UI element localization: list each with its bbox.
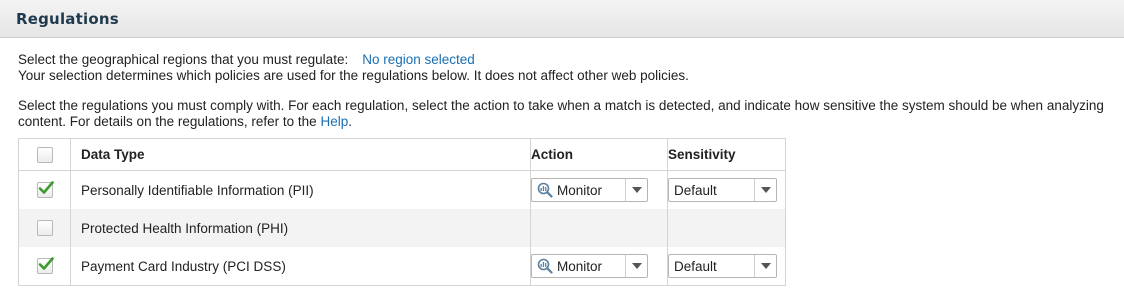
region-line: Select the geographical regions that you… bbox=[18, 52, 475, 68]
data-type-label: Payment Card Industry (PCI DSS) bbox=[81, 258, 286, 274]
row-checkbox-pii[interactable] bbox=[37, 181, 54, 198]
chevron-down-icon[interactable] bbox=[754, 179, 776, 201]
row-action-cell: Monitor bbox=[531, 247, 659, 285]
select-all-checkbox[interactable] bbox=[37, 146, 53, 163]
column-header-action[interactable]: Action bbox=[531, 147, 573, 162]
row-check-cell bbox=[19, 209, 71, 247]
monitor-icon bbox=[537, 182, 553, 198]
column-header-data-type[interactable]: Data Type bbox=[81, 147, 145, 162]
row-sensitivity-cell: Default bbox=[668, 171, 785, 209]
column-divider bbox=[530, 139, 531, 285]
data-type-label: Protected Health Information (PHI) bbox=[81, 220, 289, 236]
chevron-down-icon[interactable] bbox=[625, 179, 647, 201]
table-row: Protected Health Information (PHI) bbox=[19, 209, 785, 247]
action-value: Monitor bbox=[537, 258, 602, 274]
column-divider bbox=[667, 139, 668, 285]
instructions-line-1: Select the regulations you must comply w… bbox=[18, 98, 1104, 113]
select-all-cell bbox=[19, 139, 71, 170]
table-header-row: Data Type Action Sensitivity bbox=[19, 139, 785, 171]
row-sensitivity-cell: Default bbox=[668, 247, 785, 285]
table-row: Payment Card Industry (PCI DSS) Monitor bbox=[19, 247, 785, 285]
sensitivity-dropdown-pci[interactable]: Default bbox=[668, 254, 777, 278]
checkmark-icon bbox=[38, 257, 54, 270]
data-type-label: Personally Identifiable Information (PII… bbox=[81, 182, 314, 198]
regulations-table: Data Type Action Sensitivity Personally … bbox=[18, 138, 786, 286]
sensitivity-value: Default bbox=[674, 258, 717, 274]
section-title: Regulations bbox=[16, 10, 119, 28]
row-checkbox-pci[interactable] bbox=[37, 257, 54, 274]
row-type-cell: Protected Health Information (PHI) bbox=[81, 209, 521, 247]
monitor-icon bbox=[537, 258, 553, 274]
region-note: Your selection determines which policies… bbox=[18, 68, 689, 83]
header-cell-action: Action bbox=[531, 139, 659, 170]
help-link[interactable]: Help bbox=[320, 114, 348, 129]
chevron-down-icon[interactable] bbox=[754, 255, 776, 277]
row-check-cell bbox=[19, 247, 71, 285]
row-type-cell: Payment Card Industry (PCI DSS) bbox=[81, 247, 521, 285]
instructions-text: content. For details on the regulations,… bbox=[18, 114, 317, 129]
chevron-down-icon[interactable] bbox=[625, 255, 647, 277]
column-header-sensitivity[interactable]: Sensitivity bbox=[668, 147, 736, 162]
instructions-line-2: content. For details on the regulations,… bbox=[18, 114, 352, 130]
action-value-text: Monitor bbox=[557, 182, 603, 198]
region-prompt: Select the geographical regions that you… bbox=[18, 52, 349, 67]
action-value-text: Monitor bbox=[557, 258, 603, 274]
column-divider bbox=[70, 139, 71, 285]
region-selector-link[interactable]: No region selected bbox=[362, 52, 475, 67]
row-check-cell bbox=[19, 171, 71, 209]
table-row: Personally Identifiable Information (PII… bbox=[19, 171, 785, 209]
row-type-cell: Personally Identifiable Information (PII… bbox=[81, 171, 521, 209]
action-dropdown-pci[interactable]: Monitor bbox=[531, 254, 648, 278]
section-header: Regulations bbox=[0, 0, 1124, 38]
sensitivity-value: Default bbox=[674, 182, 717, 198]
checkmark-icon bbox=[38, 181, 54, 194]
action-dropdown-pii[interactable]: Monitor bbox=[531, 178, 648, 202]
header-cell-sensitivity: Sensitivity bbox=[668, 139, 785, 170]
action-value: Monitor bbox=[537, 182, 602, 198]
header-cell-data-type: Data Type bbox=[81, 139, 521, 170]
row-action-cell: Monitor bbox=[531, 171, 659, 209]
sensitivity-dropdown-pii[interactable]: Default bbox=[668, 178, 777, 202]
row-checkbox-phi[interactable] bbox=[37, 220, 53, 236]
instructions-period: . bbox=[348, 114, 352, 129]
